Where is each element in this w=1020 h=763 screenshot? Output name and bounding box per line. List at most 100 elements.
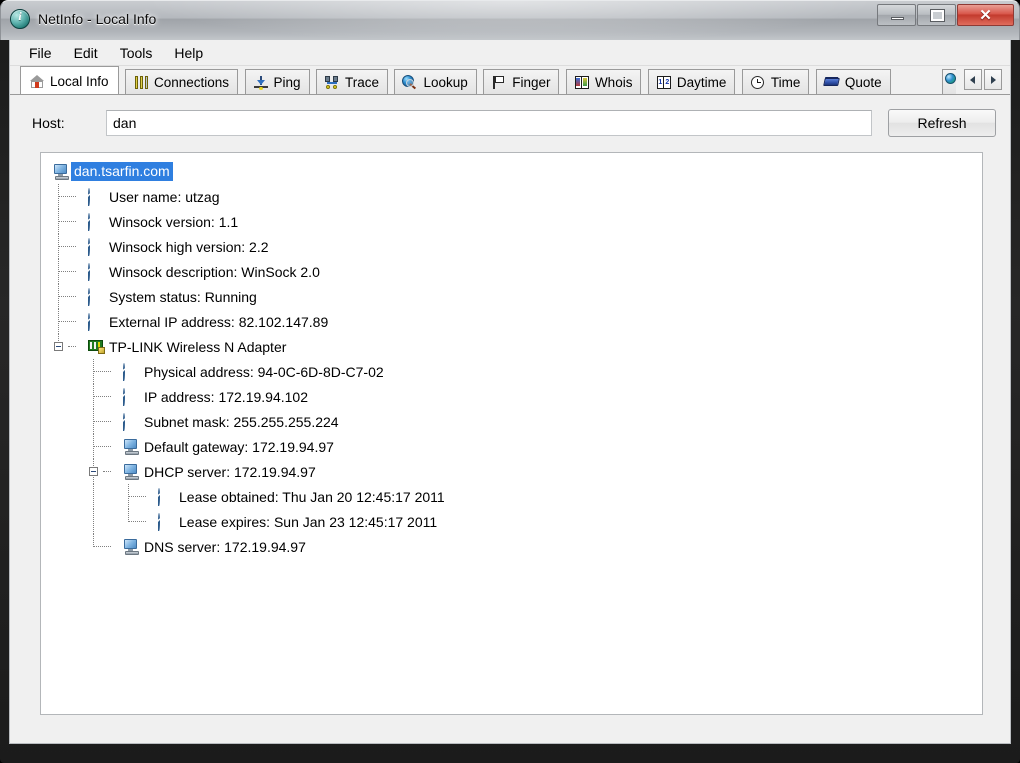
tree-row-external-ip[interactable]: External IP address: 82.102.147.89 (41, 309, 982, 334)
local-info-page: Host: Refresh dan.tsarfin.com Use (10, 94, 1010, 743)
tree-guide (93, 534, 95, 547)
minimize-button[interactable] (877, 4, 916, 26)
close-icon: ✕ (979, 7, 992, 24)
info-icon (88, 237, 90, 256)
tree-elbow (59, 271, 76, 273)
maximize-button[interactable] (917, 4, 956, 26)
tree-row-winsock-high-version[interactable]: Winsock high version: 2.2 (41, 234, 982, 259)
tree-row-adapter[interactable]: TP-LINK Wireless N Adapter (41, 334, 982, 359)
tree-label: Winsock high version: 2.2 (109, 238, 269, 255)
tab-label: Finger (512, 74, 551, 90)
tree-row-lease-expires[interactable]: Lease expires: Sun Jan 23 12:45:17 2011 (41, 509, 982, 534)
close-button[interactable]: ✕ (957, 4, 1014, 26)
tab-whois[interactable]: Whois (565, 69, 642, 94)
caption-buttons: ✕ (876, 4, 1014, 26)
whois-book-icon (574, 75, 590, 90)
tree-elbow (94, 546, 111, 548)
tree-row-physical-address[interactable]: Physical address: 94-0C-6D-8D-C7-02 (41, 359, 982, 384)
tree-row-system-status[interactable]: System status: Running (41, 284, 982, 309)
tree-row-dhcp-server[interactable]: DHCP server: 172.19.94.97 (41, 459, 982, 484)
tree-label: TP-LINK Wireless N Adapter (109, 338, 287, 355)
finger-flag-icon (491, 75, 507, 90)
menu-edit[interactable]: Edit (63, 42, 109, 64)
tab-scroll-buttons (964, 69, 1002, 90)
network-card-icon (88, 339, 106, 355)
tree-elbow (94, 371, 111, 373)
tree-row-user-name[interactable]: User name: utzag (41, 184, 982, 209)
info-icon (88, 187, 90, 206)
tree-label: System status: Running (109, 288, 257, 305)
info-icon (88, 312, 90, 331)
arrow-left-icon[interactable] (964, 69, 982, 90)
menu-tools[interactable]: Tools (109, 42, 164, 64)
trace-icon (324, 75, 340, 90)
tree-elbow (59, 246, 76, 248)
host-label: Host: (32, 115, 65, 131)
tree-label: Physical address: 94-0C-6D-8D-C7-02 (144, 363, 384, 380)
tree-elbow (94, 421, 111, 423)
tree-elbow (94, 446, 111, 448)
tree-row-default-gateway[interactable]: Default gateway: 172.19.94.97 (41, 434, 982, 459)
info-circle-icon (10, 9, 30, 29)
tree-row-ip-address[interactable]: IP address: 172.19.94.102 (41, 384, 982, 409)
home-icon (29, 74, 45, 89)
tree-elbow (129, 496, 146, 498)
tab-partial-next[interactable] (942, 69, 956, 94)
tab-connections[interactable]: Connections (125, 69, 239, 94)
lookup-globe-icon (402, 74, 418, 90)
tree-elbow (103, 471, 111, 473)
tree-label: Winsock version: 1.1 (109, 213, 239, 230)
tree-label: Default gateway: 172.19.94.97 (144, 438, 334, 455)
tab-time[interactable]: Time (741, 69, 810, 94)
tree-row-winsock-description[interactable]: Winsock description: WinSock 2.0 (41, 259, 982, 284)
tab-daytime[interactable]: 12 Daytime (647, 69, 736, 94)
tab-lookup[interactable]: Lookup (394, 69, 477, 94)
computer-icon (123, 463, 141, 480)
quote-book-icon (822, 75, 840, 90)
tab-label: Connections (154, 74, 230, 90)
tab-strip: Local Info Connections Ping Trace Lookup… (10, 66, 1010, 94)
arrow-right-icon[interactable] (984, 69, 1002, 90)
tab-label: Lookup (423, 74, 468, 90)
tree-row-dns-server[interactable]: DNS server: 172.19.94.97 (41, 534, 982, 559)
tree-elbow (129, 521, 146, 523)
tab-label: Ping (273, 74, 301, 90)
tab-label: Quote (844, 74, 882, 90)
window-title: NetInfo - Local Info (38, 11, 157, 27)
tree-row-subnet-mask[interactable]: Subnet mask: 255.255.255.224 (41, 409, 982, 434)
tab-label: Daytime (676, 74, 727, 90)
tree-guide (93, 509, 95, 534)
local-info-tree[interactable]: dan.tsarfin.com User name: utzag Winsock… (40, 152, 983, 715)
tree-guide (93, 484, 95, 509)
tab-ping[interactable]: Ping (244, 69, 310, 94)
tab-quote[interactable]: Quote (815, 69, 891, 94)
computer-icon (123, 438, 141, 455)
application-window: NetInfo - Local Info ✕ File Edit Tools H… (0, 0, 1020, 763)
tab-label: Whois (594, 74, 633, 90)
computer-icon (123, 538, 141, 555)
tree-label: Winsock description: WinSock 2.0 (109, 263, 320, 280)
menu-help[interactable]: Help (163, 42, 214, 64)
host-row: Host: Refresh (10, 95, 1010, 137)
tree-label: Lease expires: Sun Jan 23 12:45:17 2011 (179, 513, 438, 530)
tab-label: Time (770, 74, 801, 90)
menu-file[interactable]: File (18, 42, 63, 64)
tree-row-root[interactable]: dan.tsarfin.com (41, 159, 982, 184)
tree-elbow (59, 196, 76, 198)
computer-icon (53, 163, 71, 180)
host-input[interactable] (106, 110, 872, 136)
refresh-button[interactable]: Refresh (888, 109, 996, 137)
tab-local-info[interactable]: Local Info (20, 66, 119, 94)
tab-finger[interactable]: Finger (483, 69, 560, 94)
tree-expander-dhcp[interactable] (89, 467, 98, 476)
clock-icon (750, 75, 766, 90)
tree-row-winsock-version[interactable]: Winsock version: 1.1 (41, 209, 982, 234)
ping-icon (253, 75, 269, 90)
info-icon (158, 512, 160, 531)
tree-expander-adapter[interactable] (54, 342, 63, 351)
info-icon (88, 287, 90, 306)
window-title-group: NetInfo - Local Info (10, 7, 156, 31)
tree-elbow (59, 221, 76, 223)
tab-trace[interactable]: Trace (316, 69, 389, 94)
tree-row-lease-obtained[interactable]: Lease obtained: Thu Jan 20 12:45:17 2011 (41, 484, 982, 509)
